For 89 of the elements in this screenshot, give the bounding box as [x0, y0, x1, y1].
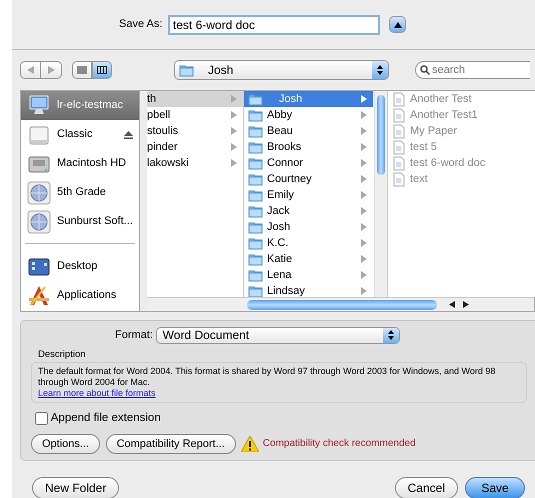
- list-item[interactable]: stoulis: [147, 123, 243, 139]
- description-text: The default format for Word 2004. This format is shared by Word 97 through Word 2003 for Windows, and Word 98 through Word 2004 for Mac.: [38, 366, 496, 388]
- search-field[interactable]: search: [415, 61, 530, 79]
- list-view-button[interactable]: [72, 61, 92, 79]
- format-label: Format:: [115, 328, 153, 343]
- sidebar-item[interactable]: lr-elc-testmac: [21, 91, 139, 120]
- forward-button[interactable]: [41, 61, 62, 79]
- right-arrow-icon: [48, 66, 54, 74]
- description-label: Description: [37, 348, 87, 362]
- scroll-left-icon: [449, 301, 455, 308]
- folder-icon: [248, 188, 263, 202]
- folder-icon: [248, 252, 263, 266]
- document-icon: [392, 124, 406, 138]
- up-down-arrows-icon: [377, 65, 383, 75]
- folder-item[interactable]: Katie: [244, 251, 373, 267]
- triangle-up-icon: [394, 22, 402, 28]
- folder-item[interactable]: Lena: [244, 267, 373, 283]
- horizontal-scrollbar[interactable]: [147, 297, 534, 311]
- file-item: Another Test: [388, 91, 535, 107]
- scroll-right-icon: [463, 301, 469, 308]
- folder-item[interactable]: Courtney: [244, 171, 373, 187]
- applications-icon: [27, 284, 51, 308]
- save-as-label: Save As:: [119, 17, 162, 32]
- vertical-scrollbar[interactable]: [374, 91, 387, 297]
- folder-item[interactable]: Beau: [244, 123, 373, 139]
- folder-item[interactable]: Josh: [244, 219, 373, 235]
- list-item[interactable]: pbell: [147, 107, 243, 123]
- warning-text: Compatibility check recommended: [262, 437, 416, 452]
- list-icon: [77, 66, 87, 74]
- compatibility-report-button[interactable]: Compatibility Report...: [106, 434, 236, 454]
- file-item: Another Test1: [388, 107, 535, 123]
- up-down-arrows-icon: [388, 330, 394, 340]
- collapse-button[interactable]: [389, 16, 406, 33]
- folder-icon: [248, 204, 263, 218]
- append-extension-label: Append file extension: [50, 411, 161, 426]
- file-name-field[interactable]: test 6-word doc: [168, 14, 380, 34]
- left-arrow-icon: [27, 66, 34, 74]
- sidebar-item[interactable]: Applications: [21, 281, 139, 310]
- folder-item[interactable]: Brooks: [244, 139, 373, 155]
- search-icon: [420, 65, 430, 75]
- folder-item[interactable]: K.C.: [244, 235, 373, 251]
- folder-icon: [248, 92, 263, 106]
- back-button[interactable]: [20, 61, 41, 79]
- folder-item[interactable]: Emily: [244, 187, 373, 203]
- cancel-button[interactable]: Cancel: [394, 477, 458, 498]
- folder-icon: [248, 236, 263, 250]
- column-view-button[interactable]: [92, 61, 112, 79]
- file-item: My Paper: [388, 123, 535, 139]
- folder-icon: [248, 172, 263, 186]
- folder-icon: [179, 63, 194, 77]
- file-formats-link[interactable]: Learn more about file formats: [38, 388, 156, 398]
- options-button[interactable]: Options...: [31, 434, 100, 454]
- folder-icon: [248, 268, 263, 282]
- columns-icon: [97, 66, 107, 74]
- list-item[interactable]: pinder: [147, 139, 243, 155]
- globe-icon: [27, 180, 51, 204]
- folder-item[interactable]: Connor: [244, 155, 373, 171]
- file-item: test 6-word doc: [388, 155, 535, 171]
- document-icon: [392, 140, 406, 154]
- scroll-thumb[interactable]: [247, 300, 437, 310]
- sidebar-item[interactable]: Desktop: [21, 252, 139, 281]
- file-item: test 5: [388, 139, 535, 155]
- sidebar-item[interactable]: Macintosh HD: [21, 149, 139, 178]
- globe-icon: [27, 210, 51, 234]
- append-extension-checkbox[interactable]: [35, 412, 48, 426]
- folder-item[interactable]: Abby: [244, 107, 373, 123]
- sidebar-item[interactable]: Classic: [21, 120, 139, 149]
- save-button[interactable]: Save: [465, 477, 525, 498]
- scroll-thumb[interactable]: [377, 95, 385, 175]
- format-popup[interactable]: Word Document: [156, 326, 400, 344]
- document-icon: [392, 172, 406, 186]
- new-folder-button[interactable]: New Folder: [32, 477, 120, 498]
- folder-item[interactable]: Jack: [244, 203, 373, 219]
- document-icon: [392, 156, 406, 170]
- folder-icon: [248, 284, 263, 297]
- folder-icon: [248, 108, 263, 122]
- folder-icon: [248, 124, 263, 138]
- document-icon: [392, 108, 406, 122]
- list-item[interactable]: th: [147, 91, 243, 107]
- location-popup[interactable]: Josh: [174, 60, 389, 80]
- folder-icon: [248, 140, 263, 154]
- file-item: text: [388, 171, 535, 187]
- folder-item[interactable]: Josh: [244, 91, 373, 107]
- sidebar-item[interactable]: Sunburst Soft...: [21, 207, 139, 236]
- sidebar-item[interactable]: 5th Grade: [21, 178, 139, 207]
- folder-icon: [248, 220, 263, 234]
- warning-icon: [241, 436, 260, 452]
- folder-icon: [248, 156, 263, 170]
- list-item[interactable]: lakowski: [147, 155, 243, 171]
